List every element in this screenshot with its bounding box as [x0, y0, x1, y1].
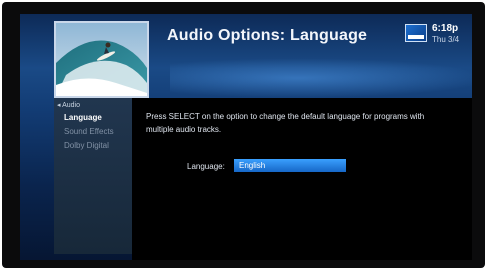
sidebar-item-sound-effects[interactable]: Sound Effects	[64, 127, 114, 136]
page-title: Audio Options: Language	[167, 27, 368, 44]
sidebar-item-language[interactable]: Language	[64, 113, 102, 122]
instructions-text: Press SELECT on the option to change the…	[146, 112, 425, 134]
sidebar-item-dolby-digital[interactable]: Dolby Digital	[64, 141, 109, 150]
language-select[interactable]: English	[234, 159, 346, 172]
directv-logo-icon	[405, 24, 427, 42]
clock-date: Thu 3/4	[432, 35, 460, 44]
live-tv-thumbnail	[54, 21, 149, 98]
language-value: English	[239, 161, 266, 170]
language-label: Language:	[187, 162, 225, 171]
tv-bezel: Audio Options: Language 6:18p Thu 3/4 ◂ …	[2, 2, 485, 268]
tv-screen: Audio Options: Language 6:18p Thu 3/4 ◂ …	[20, 14, 472, 260]
options-panel: Press SELECT on the option to change the…	[132, 98, 472, 260]
breadcrumb-audio[interactable]: ◂ Audio	[57, 101, 80, 109]
clock-time: 6:18p	[432, 23, 459, 34]
surfer-image	[56, 23, 147, 96]
background-wave	[170, 58, 472, 98]
status-area: 6:18p Thu 3/4	[405, 22, 467, 48]
